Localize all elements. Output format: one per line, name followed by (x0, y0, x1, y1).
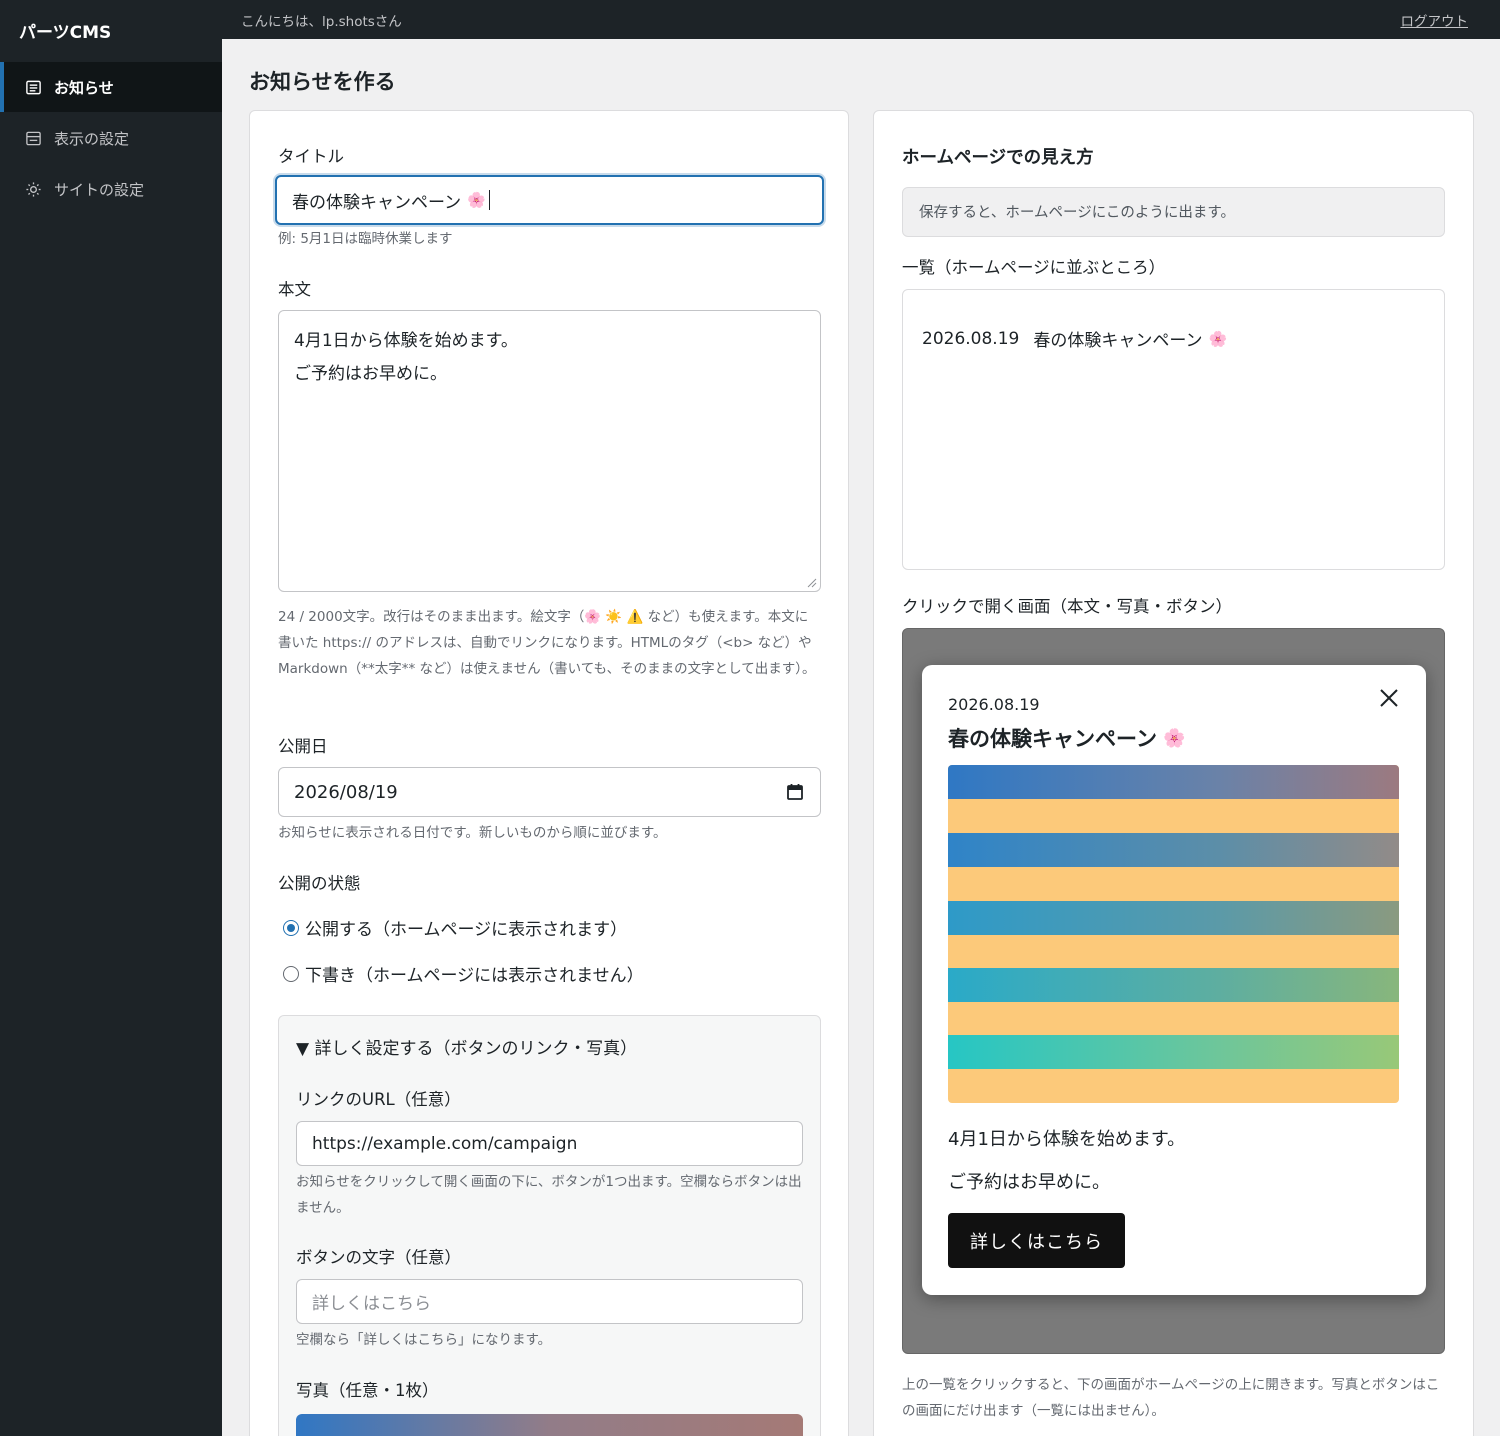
list-preview-label: 一覧（ホームページに並ぶところ） (902, 258, 1166, 277)
emoji-examples: 🌸 ☀️ ⚠️ (584, 609, 644, 625)
logout-link[interactable]: ログアウト (1401, 10, 1469, 30)
sidebar-item-label: お知らせ (54, 78, 114, 97)
body-textarea[interactable]: 4月1日から体験を始めます。 ご予約はお早めに。 (278, 310, 821, 592)
body-line: ご予約はお早めに。 (294, 364, 447, 384)
url-input[interactable]: https://example.com/campaign (296, 1121, 803, 1166)
title-input-value: 春の体験キャンペーン (292, 192, 462, 213)
url-hint: お知らせをクリックして開く画面の下に、ボタンが1つ出ます。空欄ならボタンは出ませ… (296, 1174, 802, 1216)
sidebar-item-site-settings[interactable]: サイトの設定 (0, 164, 222, 214)
status-draft-option[interactable]: 下書き（ホームページには表示されません） (283, 961, 644, 986)
title-input[interactable]: 春の体験キャンペーン 🌸 (275, 175, 824, 225)
button-text-hint: 空欄なら「詳しくはこちら」になります。 (296, 1332, 552, 1348)
preview-panel: ホームページでの見え方 保存すると、ホームページにこのように出ます。 一覧（ホー… (873, 110, 1474, 1436)
cherry-blossom-icon: 🌸 (1208, 329, 1228, 348)
preview-footer-note: 上の一覧をクリックすると、下の画面がホームページの上に開きます。写真とボタンはこ… (902, 1377, 1440, 1419)
date-input-value: 2026/08/19 (294, 781, 398, 803)
modal-body-line: ご予約はお早めに。 (948, 1172, 1110, 1193)
url-input-value: https://example.com/campaign (312, 1133, 578, 1154)
advanced-settings: ▼ 詳しく設定する（ボタンのリンク・写真） リンクのURL（任意） https:… (278, 1015, 821, 1436)
list-item-title: 春の体験キャンペーン (1033, 331, 1203, 351)
layout-icon (24, 129, 42, 147)
photo-label: 写真（任意・1枚） (296, 1381, 439, 1400)
modal-photo (948, 765, 1399, 1103)
button-text-input[interactable]: 詳しくはこちら (296, 1279, 803, 1324)
radio-publish[interactable] (283, 919, 299, 936)
button-text-label: ボタンの文字（任意） (296, 1248, 461, 1267)
modal-preview-label: クリックで開く画面（本文・写真・ボタン） (902, 597, 1232, 616)
date-input[interactable]: 2026/08/19 (278, 767, 821, 817)
advanced-settings-toggle[interactable]: ▼ 詳しく設定する（ボタンのリンク・写真） (296, 1034, 637, 1059)
date-label: 公開日 (278, 737, 328, 756)
body-line: 4月1日から体験を始めます。 (294, 331, 518, 351)
list-icon (24, 78, 42, 96)
greeting-text: こんにちは、lp.shotsさん (241, 14, 402, 30)
list-preview: 2026.08.19 春の体験キャンペーン 🌸 (902, 289, 1445, 570)
topbar: こんにちは、lp.shotsさん ログアウト (222, 0, 1500, 39)
modal-backdrop: 2026.08.19 春の体験キャンペーン 🌸 4月1日から体験を始めます。 ご… (902, 628, 1445, 1354)
modal-date: 2026.08.19 (948, 695, 1040, 714)
sidebar-item-label: サイトの設定 (54, 180, 145, 199)
page-title: お知らせを作る (249, 70, 396, 94)
cherry-blossom-icon: 🌸 (467, 191, 486, 209)
modal-preview: 2026.08.19 春の体験キャンペーン 🌸 4月1日から体験を始めます。 ご… (922, 665, 1426, 1295)
radio-label: 公開する（ホームページに表示されます） (305, 920, 628, 940)
sidebar-item-notices[interactable]: お知らせ (0, 62, 222, 112)
list-item-date: 2026.08.19 (922, 328, 1020, 349)
sun-gear-icon (24, 180, 42, 198)
radio-draft[interactable] (283, 965, 299, 982)
preview-title: ホームページでの見え方 (902, 148, 1094, 168)
body-hint-part: 24 / 2000文字。改行はそのまま出ます。絵文字（ (278, 609, 585, 625)
brand-logo[interactable]: パーツCMS (0, 0, 222, 62)
body-hint: 24 / 2000文字。改行はそのまま出ます。絵文字（🌸 ☀️ ⚠️ など）も使… (278, 604, 818, 682)
body-label: 本文 (278, 280, 311, 299)
url-label: リンクのURL（任意） (296, 1090, 461, 1109)
cherry-blossom-icon: 🌸 (1162, 727, 1186, 749)
modal-body-line: 4月1日から体験を始めます。 (948, 1129, 1186, 1150)
close-icon[interactable] (1378, 687, 1400, 709)
text-caret (488, 190, 491, 210)
resize-grip-icon[interactable] (807, 578, 817, 588)
calendar-icon[interactable] (786, 783, 804, 801)
sidebar: パーツCMS お知らせ 表示の設定 サイトの設定 (0, 0, 222, 1436)
radio-label: 下書き（ホームページには表示されません） (305, 966, 644, 986)
notice-form: タイトル 春の体験キャンペーン 🌸 例: 5月1日は臨時休業します 本文 4月1… (249, 110, 849, 1436)
button-text-placeholder: 詳しくはこちら (312, 1294, 431, 1314)
title-hint: 例: 5月1日は臨時休業します (278, 231, 453, 247)
list-item[interactable]: 2026.08.19 春の体験キャンペーン 🌸 (922, 326, 1228, 352)
date-hint: お知らせに表示される日付です。新しいものから順に並びます。 (278, 825, 667, 841)
modal-title-text: 春の体験キャンペーン (948, 727, 1157, 751)
sidebar-item-label: 表示の設定 (54, 129, 130, 148)
modal-cta-button[interactable]: 詳しくはこちら (948, 1213, 1125, 1268)
photo-preview[interactable] (296, 1414, 803, 1436)
status-publish-option[interactable]: 公開する（ホームページに表示されます） (283, 915, 627, 940)
sidebar-item-display-settings[interactable]: 表示の設定 (0, 113, 222, 163)
preview-notice: 保存すると、ホームページにこのように出ます。 (902, 187, 1445, 237)
title-label: タイトル (278, 147, 344, 166)
status-label: 公開の状態 (278, 874, 361, 893)
modal-title: 春の体験キャンペーン 🌸 (948, 723, 1185, 753)
